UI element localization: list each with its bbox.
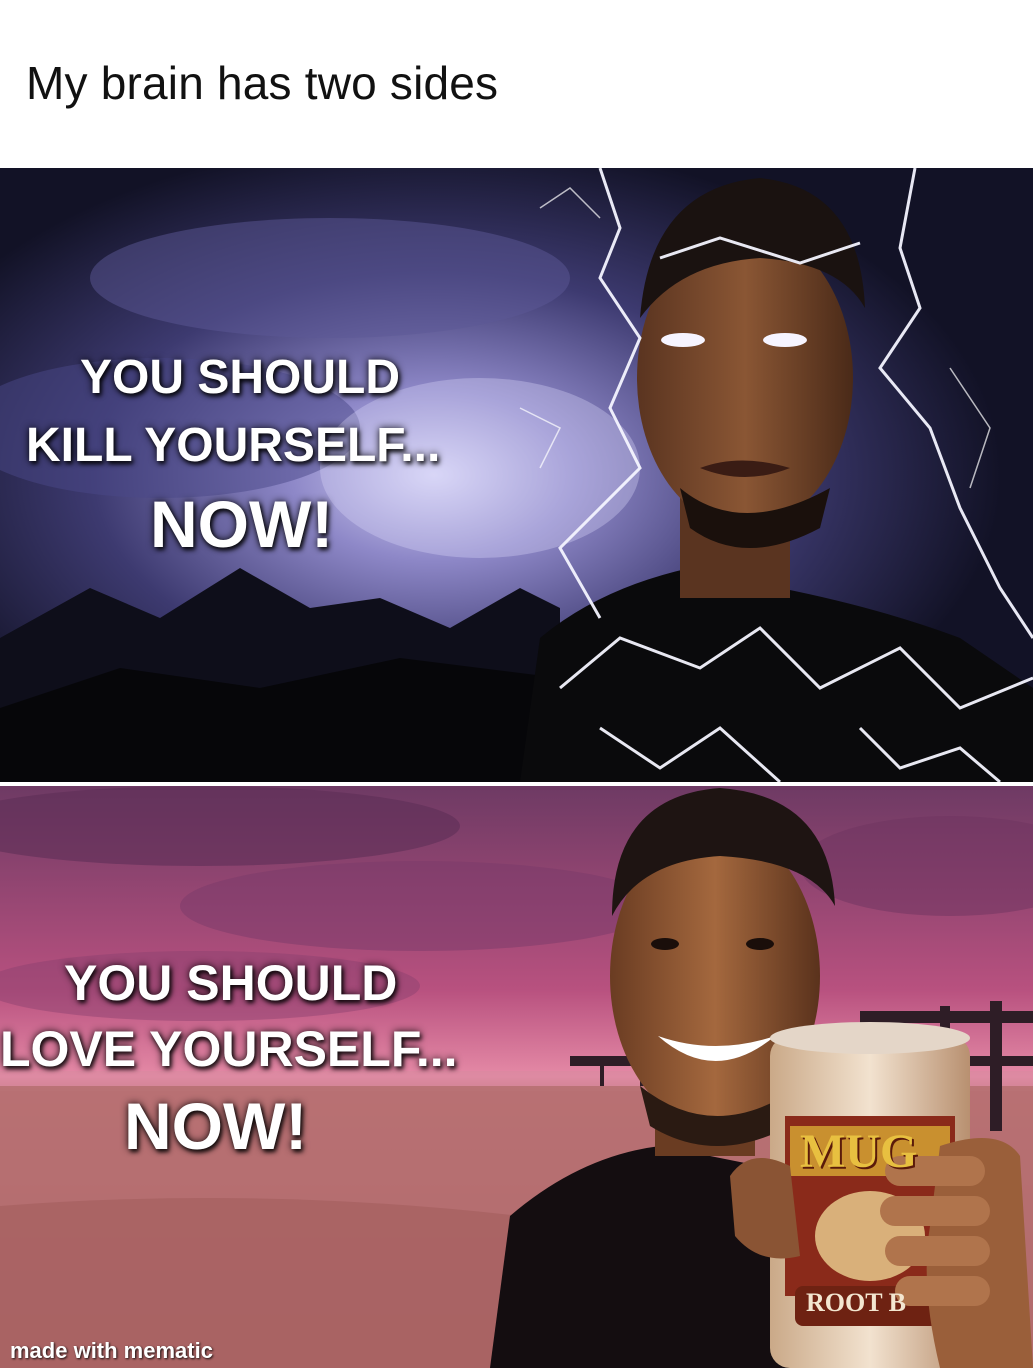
top-text-line3: NOW! [150,487,334,561]
top-meme-panel: YOU SHOULD KILL YOURSELF... NOW! [0,168,1033,782]
bottom-meme-panel: MUG ROOT B YOU SHOULD LOVE YOURSELF... N… [0,786,1033,1368]
can-brand-text: MUG [800,1125,918,1178]
bottom-text-line2: LOVE YOURSELF... [0,1021,458,1077]
caption-text: My brain has two sides [26,57,499,109]
mematic-watermark: made with mematic [10,1338,213,1363]
bottom-text-line3: NOW! [124,1089,308,1163]
bottom-text-line1: YOU SHOULD [64,955,398,1011]
top-text-line2: KILL YOURSELF... [26,419,441,472]
storm-scene-image [0,168,1033,782]
top-text-line1: YOU SHOULD [80,351,401,404]
caption-bar: My brain has two sides [0,0,1033,168]
can-label-text: ROOT B [806,1288,906,1317]
